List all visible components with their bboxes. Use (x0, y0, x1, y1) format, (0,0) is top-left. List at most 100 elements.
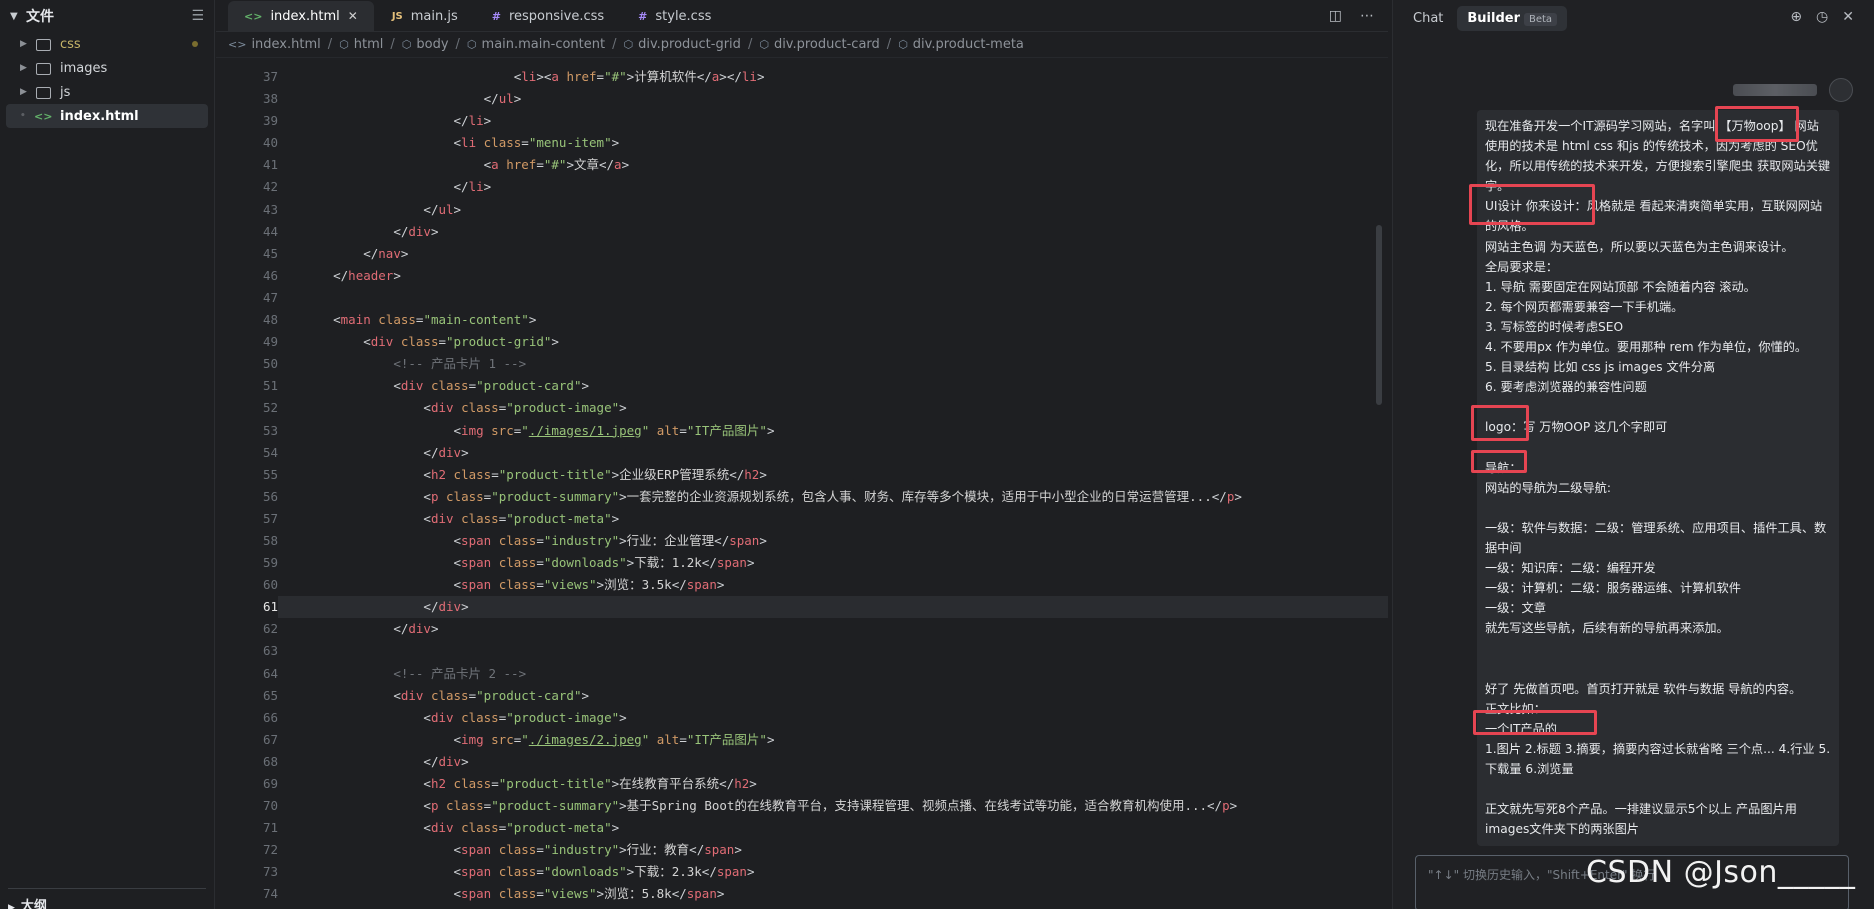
breadcrumb-item[interactable]: / ⬡ html (321, 37, 384, 52)
breadcrumb-item[interactable]: / ⬡ body (383, 37, 448, 52)
tab-main-js[interactable]: JS main.js (376, 1, 474, 31)
tab-responsive-css[interactable]: # responsive.css (476, 1, 620, 31)
code-line[interactable]: 62 </div> (216, 618, 1388, 640)
message-line: 一级：计算机：二级：服务器运维、计算机软件 (1485, 581, 1741, 596)
code-line[interactable]: 44 </div> (216, 221, 1388, 243)
code-line[interactable]: 65 <div class="product-card"> (216, 685, 1388, 707)
breadcrumb-item[interactable]: / ⬡ div.product-grid (605, 37, 741, 52)
code-line[interactable]: 48 <main class="main-content"> (216, 309, 1388, 331)
tab-builder-label: Builder (1467, 10, 1520, 26)
outline-section[interactable]: ▶ 大纲 (8, 888, 206, 909)
breadcrumb-label: body (416, 37, 449, 52)
line-number: 52 (262, 400, 278, 416)
code-text: <span class="downloads">下载：1.2k</span> (453, 555, 755, 571)
line-number: 73 (262, 864, 278, 880)
code-line[interactable]: 52 <div class="product-image"> (216, 397, 1388, 419)
line-number: 49 (262, 334, 278, 350)
highlight-box (1715, 106, 1799, 142)
close-icon[interactable]: ✕ (1842, 9, 1854, 25)
collapse-all-icon[interactable]: ☰ (191, 8, 204, 24)
code-line[interactable]: 74 <span class="views">浏览：5.8k</span> (216, 883, 1388, 905)
code-line[interactable]: 37 <li><a href="#">计算机软件</a></li> (216, 66, 1388, 88)
code-line[interactable]: 51 <div class="product-card"> (216, 375, 1388, 397)
breadcrumb-item[interactable]: / ⬡ div.product-card (741, 37, 880, 52)
html-file-icon: <> (244, 9, 263, 23)
code-area[interactable]: 37 <li><a href="#">计算机软件</a></li> 38 </ul… (216, 66, 1388, 909)
code-line[interactable]: 63 (216, 640, 1388, 662)
folder-css[interactable]: ▶ css (6, 32, 208, 56)
message-line: 就先写这些导航，后续有新的导航再来添加。 (1485, 621, 1729, 636)
code-line[interactable]: 68 </div> (216, 751, 1388, 773)
breadcrumb-label: div.product-meta (912, 37, 1024, 52)
code-line[interactable]: 67 <img src="./images/2.jpeg" alt="IT产品图… (216, 729, 1388, 751)
ide-window: ▼ 文件 ☰ ▶ css ▶ images ▶ js • <> index.ht… (0, 0, 1874, 909)
line-number: 68 (262, 753, 278, 769)
split-editor-icon[interactable]: ◫ (1329, 8, 1342, 24)
code-line[interactable]: 55 <h2 class="product-title">企业级ERP管理系统<… (216, 464, 1388, 486)
line-number: 44 (262, 223, 278, 239)
message-line: 一级：软件与数据：二级：管理系统、应用项目、插件工具、数据中间 (1485, 520, 1827, 555)
breadcrumb-separator: / (886, 37, 892, 52)
element-icon: ⬡ (623, 38, 634, 51)
tab-builder[interactable]: Builder Beta (1457, 5, 1568, 31)
folder-images[interactable]: ▶ images (6, 56, 208, 80)
explorer-header[interactable]: ▼ 文件 ☰ (0, 0, 214, 32)
folder-icon (34, 62, 54, 75)
folder-js[interactable]: ▶ js (6, 80, 208, 104)
line-number: 41 (262, 157, 278, 173)
file-index-html[interactable]: • <> index.html (6, 104, 208, 128)
code-line[interactable]: 60 <span class="views">浏览：3.5k</span> (216, 574, 1388, 596)
new-chat-icon[interactable]: ⊕ (1790, 9, 1802, 25)
code-line[interactable]: 38 </ul> (216, 88, 1388, 110)
breadcrumb-separator: / (390, 37, 395, 52)
chevron-right-icon: ▶ (20, 87, 27, 97)
history-icon[interactable]: ◷ (1816, 9, 1828, 25)
code-line[interactable]: 56 <p class="product-summary">一套完整的企业资源规… (216, 486, 1388, 508)
code-line[interactable]: 42 </li> (216, 176, 1388, 198)
breadcrumb-item[interactable]: / ⬡ main.main-content (449, 37, 606, 52)
breadcrumb-item[interactable]: / ⬡ div.product-meta (880, 37, 1024, 52)
code-line[interactable]: 57 <div class="product-meta"> (216, 508, 1388, 530)
code-text: <img src="./images/2.jpeg" alt="IT产品图片"> (453, 731, 775, 747)
code-line[interactable]: 58 <span class="industry">行业：企业管理</span> (216, 530, 1388, 552)
chevron-right-icon: ▶ (8, 903, 15, 909)
line-number: 72 (262, 842, 278, 858)
folder-icon (34, 86, 54, 99)
highlight-box (1473, 710, 1597, 735)
tab-index-html[interactable]: <> index.html ✕ (228, 1, 374, 31)
tab-style-css[interactable]: # style.css (622, 1, 727, 31)
code-line[interactable]: 72 <span class="industry">行业：教育</span> (216, 839, 1388, 861)
code-line[interactable]: 59 <span class="downloads">下载：1.2k</span… (216, 552, 1388, 574)
code-line[interactable]: 50 <!-- 产品卡片 1 --> (216, 353, 1388, 375)
code-line[interactable]: 73 <span class="downloads">下载：2.3k</span… (216, 861, 1388, 883)
code-line[interactable]: 46 </header> (216, 265, 1388, 287)
code-line[interactable]: 53 <img src="./images/1.jpeg" alt="IT产品图… (216, 420, 1388, 442)
code-line[interactable]: 61 </div> (216, 596, 1388, 619)
breadcrumb-item[interactable]: <> index.html (228, 37, 321, 52)
chevron-right-icon: ▶ (20, 63, 27, 73)
js-file-icon: JS (391, 10, 403, 22)
message-line: 全局要求是： (1485, 259, 1559, 274)
code-line[interactable]: 64 <!-- 产品卡片 2 --> (216, 663, 1388, 685)
code-line[interactable]: 43 </ul> (216, 199, 1388, 221)
code-line[interactable]: 70 <p class="product-summary">基于Spring B… (216, 795, 1388, 817)
more-icon[interactable]: ⋯ (1360, 8, 1374, 24)
tab-chat[interactable]: Chat (1413, 11, 1443, 26)
line-number: 56 (262, 488, 278, 504)
line-number: 43 (262, 201, 278, 217)
code-line[interactable]: 40 <li class="menu-item"> (216, 132, 1388, 154)
code-line[interactable]: 45 </nav> (216, 243, 1388, 265)
editor-scrollbar[interactable] (1376, 225, 1382, 405)
code-line[interactable]: 69 <h2 class="product-title">在线教育平台系统</h… (216, 773, 1388, 795)
code-line[interactable]: 47 (216, 287, 1388, 309)
code-line[interactable]: 71 <div class="product-meta"> (216, 817, 1388, 839)
code-line[interactable]: 66 <div class="product-image"> (216, 707, 1388, 729)
chevron-down-icon[interactable]: ▼ (10, 11, 26, 22)
message-line: 网站主色调 为天蓝色，所以要以天蓝色为主色调来设计。 (1485, 239, 1794, 254)
close-icon[interactable]: ✕ (348, 9, 358, 23)
beta-badge: Beta (1524, 12, 1558, 26)
code-line[interactable]: 54 </div> (216, 442, 1388, 464)
code-line[interactable]: 49 <div class="product-grid"> (216, 331, 1388, 353)
code-line[interactable]: 39 </li> (216, 110, 1388, 132)
code-line[interactable]: 41 <a href="#">文章</a> (216, 154, 1388, 176)
